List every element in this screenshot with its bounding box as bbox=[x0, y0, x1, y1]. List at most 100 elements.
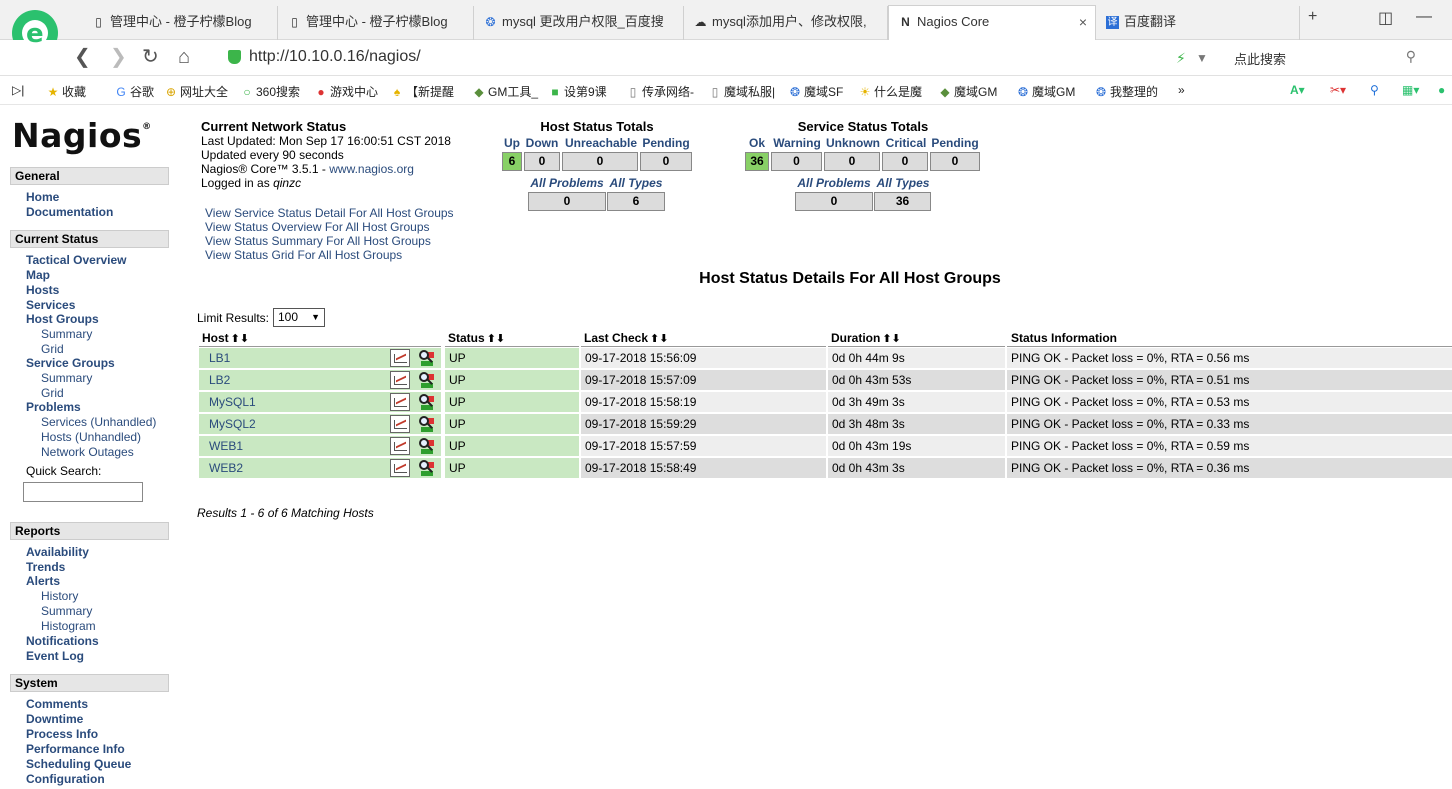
bookmark-item[interactable]: ⊕ 网址大全 bbox=[164, 83, 228, 100]
tab-5[interactable]: 译百度翻译 bbox=[1096, 6, 1300, 40]
menu-link-alert-history[interactable]: History bbox=[41, 589, 78, 603]
performance-graph-icon[interactable] bbox=[390, 371, 410, 389]
host-all-types-label[interactable]: All Types bbox=[607, 176, 665, 190]
menu-link-servicegroup-grid[interactable]: Grid bbox=[41, 386, 64, 400]
service-all-problems-label[interactable]: All Problems bbox=[795, 176, 873, 190]
translate-tool-icon[interactable]: A▾ bbox=[1290, 83, 1305, 97]
bookmark-item[interactable]: ☀ 什么是魔 bbox=[858, 83, 922, 100]
sort-arrows-icon[interactable]: ⬆⬇ bbox=[650, 333, 668, 345]
tab-3[interactable]: ☁ mysql添加用户、修改权限, bbox=[684, 6, 888, 40]
limit-results-select[interactable]: 100 ▼ bbox=[273, 308, 325, 327]
search-icon[interactable]: ⚲ bbox=[1406, 48, 1416, 65]
service-ok-label[interactable]: Ok bbox=[745, 136, 769, 150]
bookmark-item[interactable]: ★ 收藏 bbox=[46, 83, 86, 100]
bookmark-item[interactable]: ▯ 魔域私服| bbox=[708, 83, 775, 100]
menu-link-scheduling-queue[interactable]: Scheduling Queue bbox=[26, 757, 131, 771]
menu-link-availability[interactable]: Availability bbox=[26, 545, 89, 559]
sidebar-toggle-icon[interactable]: ▷| bbox=[12, 83, 24, 97]
performance-graph-icon[interactable] bbox=[390, 349, 410, 367]
menu-link-host-groups[interactable]: Host Groups bbox=[26, 312, 99, 326]
bookmark-item[interactable]: ● 游戏中心 bbox=[314, 83, 378, 100]
menu-link-tactical-overview[interactable]: Tactical Overview bbox=[26, 253, 127, 267]
bookmark-item[interactable]: ◆ 魔域GM bbox=[938, 83, 997, 100]
menu-link-hostgroup-grid[interactable]: Grid bbox=[41, 342, 64, 356]
back-icon[interactable]: ❮ bbox=[74, 46, 91, 68]
link-status-grid[interactable]: View Status Grid For All Host Groups bbox=[205, 248, 402, 262]
nagios-logo[interactable]: Nagios® bbox=[12, 116, 152, 155]
menu-link-service-groups[interactable]: Service Groups bbox=[26, 356, 115, 370]
menu-link-problem-services[interactable]: Services (Unhandled) bbox=[41, 415, 156, 429]
host-services-icon[interactable] bbox=[417, 437, 435, 455]
chevron-down-icon[interactable]: ▼ bbox=[1196, 47, 1208, 69]
performance-graph-icon[interactable] bbox=[390, 415, 410, 433]
forward-icon[interactable]: ❯ bbox=[110, 46, 127, 68]
menu-link-documentation[interactable]: Documentation bbox=[26, 205, 113, 219]
menu-link-trends[interactable]: Trends bbox=[26, 560, 65, 574]
menu-link-home[interactable]: Home bbox=[26, 190, 59, 204]
reload-icon[interactable]: ↻ bbox=[142, 46, 159, 68]
menu-link-alert-summary[interactable]: Summary bbox=[41, 604, 92, 618]
host-unreachable-label[interactable]: Unreachable bbox=[563, 136, 639, 150]
quick-search-input[interactable] bbox=[23, 482, 143, 502]
host-services-icon[interactable] bbox=[417, 415, 435, 433]
menu-link-alerts[interactable]: Alerts bbox=[26, 574, 60, 588]
lightning-icon[interactable]: ⚡ bbox=[1176, 47, 1186, 69]
menu-link-problems[interactable]: Problems bbox=[26, 400, 81, 414]
sort-arrows-icon[interactable]: ⬆⬇ bbox=[882, 333, 900, 345]
service-critical-label[interactable]: Critical bbox=[882, 136, 930, 150]
bookmark-item[interactable]: ❂ 我整理的 bbox=[1094, 83, 1158, 100]
menu-link-servicegroup-summary[interactable]: Summary bbox=[41, 371, 92, 385]
menu-link-notifications[interactable]: Notifications bbox=[26, 634, 99, 648]
bookmark-item[interactable]: ❂ 魔域GM bbox=[1016, 83, 1075, 100]
performance-graph-icon[interactable] bbox=[390, 459, 410, 477]
bookmark-item[interactable]: ♠ 【新提醒 bbox=[390, 83, 454, 100]
close-tab-icon[interactable]: × bbox=[1079, 6, 1087, 38]
menu-link-hostgroup-summary[interactable]: Summary bbox=[41, 327, 92, 341]
menu-link-event-log[interactable]: Event Log bbox=[26, 649, 84, 663]
link-status-overview[interactable]: View Status Overview For All Host Groups bbox=[205, 220, 430, 234]
sort-arrows-icon[interactable]: ⬆⬇ bbox=[487, 333, 505, 345]
service-warning-label[interactable]: Warning bbox=[771, 136, 823, 150]
menu-link-process-info[interactable]: Process Info bbox=[26, 727, 98, 741]
extension-icon[interactable]: ● bbox=[1438, 83, 1445, 97]
bookmark-item[interactable]: ▯ 传承网络- bbox=[626, 83, 694, 100]
zoom-tool-icon[interactable]: ⚲ bbox=[1370, 83, 1379, 97]
link-service-status-detail[interactable]: View Service Status Detail For All Host … bbox=[205, 206, 454, 220]
host-all-problems-label[interactable]: All Problems bbox=[528, 176, 606, 190]
performance-graph-icon[interactable] bbox=[390, 393, 410, 411]
search-input[interactable]: 点此搜索 ⚲ bbox=[1222, 46, 1422, 70]
scissors-icon[interactable]: ✂▾ bbox=[1330, 83, 1346, 97]
performance-graph-icon[interactable] bbox=[390, 437, 410, 455]
bookmark-item[interactable]: ○ 360搜索 bbox=[240, 83, 300, 100]
host-pending-label[interactable]: Pending bbox=[640, 136, 692, 150]
host-down-label[interactable]: Down bbox=[524, 136, 560, 150]
minimize-icon[interactable]: — bbox=[1416, 8, 1432, 26]
menu-link-performance-info[interactable]: Performance Info bbox=[26, 742, 125, 756]
service-unknown-label[interactable]: Unknown bbox=[824, 136, 882, 150]
host-services-icon[interactable] bbox=[417, 349, 435, 367]
tab-2[interactable]: ❂ mysql 更改用户权限_百度搜 bbox=[474, 6, 684, 40]
tab-0[interactable]: ▯ 管理中心 - 橙子柠檬Blog bbox=[82, 6, 278, 40]
menu-link-network-outages[interactable]: Network Outages bbox=[41, 445, 134, 459]
tab-4[interactable]: N Nagios Core × bbox=[888, 5, 1096, 40]
shirt-icon[interactable]: ◫ bbox=[1378, 8, 1393, 28]
sort-arrows-icon[interactable]: ⬆⬇ bbox=[231, 333, 249, 345]
host-up-label[interactable]: Up bbox=[502, 136, 522, 150]
menu-link-alert-histogram[interactable]: Histogram bbox=[41, 619, 96, 633]
new-tab-button[interactable]: + bbox=[1308, 8, 1317, 26]
service-all-types-label[interactable]: All Types bbox=[874, 176, 932, 190]
bookmark-item[interactable]: G 谷歌 bbox=[114, 83, 154, 100]
host-services-icon[interactable] bbox=[417, 371, 435, 389]
menu-link-downtime[interactable]: Downtime bbox=[26, 712, 83, 726]
nagios-org-link[interactable]: www.nagios.org bbox=[329, 162, 414, 176]
menu-link-services[interactable]: Services bbox=[26, 298, 75, 312]
menu-link-configuration[interactable]: Configuration bbox=[26, 772, 105, 786]
more-bookmarks-button[interactable]: » bbox=[1178, 83, 1185, 97]
address-bar[interactable]: http://10.10.0.16/nagios/ bbox=[249, 48, 421, 66]
service-pending-label[interactable]: Pending bbox=[930, 136, 980, 150]
host-services-icon[interactable] bbox=[417, 459, 435, 477]
bookmark-item[interactable]: ❂ 魔域SF bbox=[788, 83, 843, 100]
menu-link-problem-hosts[interactable]: Hosts (Unhandled) bbox=[41, 430, 141, 444]
home-icon[interactable]: ⌂ bbox=[178, 46, 190, 68]
gamepad-icon[interactable]: ▦▾ bbox=[1402, 83, 1419, 97]
